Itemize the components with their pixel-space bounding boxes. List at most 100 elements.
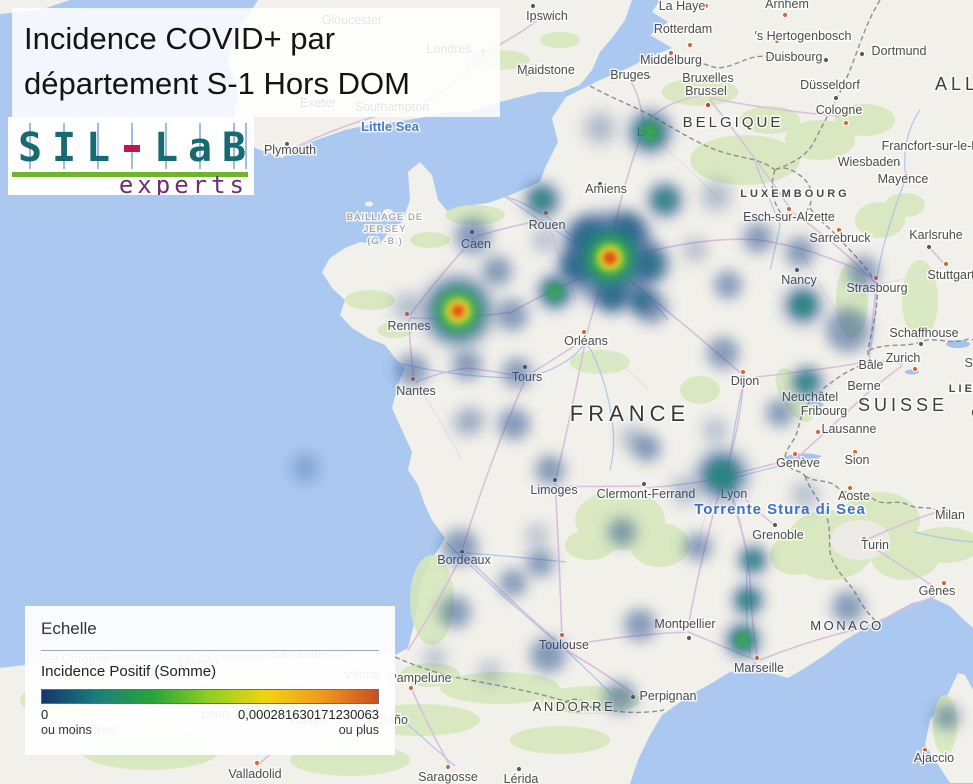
map-heat-ring xyxy=(684,533,712,561)
map-heat-ring xyxy=(526,549,554,577)
map-label-luxembourg: LUXEMBOURG xyxy=(740,188,849,200)
map-city-dot xyxy=(530,3,535,8)
map-heat-ring xyxy=(714,271,742,299)
map-heat-point xyxy=(524,182,560,218)
map-city-dot xyxy=(843,120,848,125)
map-label-berne: Berne xyxy=(847,379,880,393)
legend-measure-label: Incidence Positif (Somme) xyxy=(41,663,379,680)
map-label-valladolid: Valladolid xyxy=(228,767,281,781)
map-heat-point xyxy=(499,569,527,597)
map-heat-point xyxy=(784,286,822,324)
map-city-dot xyxy=(559,632,564,637)
map-label--g-b-: (G.-B.) xyxy=(367,236,403,247)
map-heat-point xyxy=(697,450,747,500)
map-label-jersey: JERSEY xyxy=(364,224,407,235)
map-heat-ring xyxy=(396,354,428,386)
sil-lab-logo: SILLaBexperts xyxy=(8,117,254,195)
map-heat-ring xyxy=(530,637,566,673)
map-heat-point xyxy=(584,112,616,144)
map-label-amiens: Amiens xyxy=(585,182,627,196)
map-label-saragosse: Saragosse xyxy=(418,770,478,784)
map-label-belgique: BELGIQUE xyxy=(683,114,784,131)
map-heat-point xyxy=(683,238,707,262)
map-heat-ring xyxy=(584,112,616,144)
map-heat-ring xyxy=(535,455,565,485)
map-heat-ring xyxy=(439,596,471,628)
map-label-cologne: Cologne xyxy=(816,103,863,117)
map-heat-point xyxy=(604,681,636,713)
map-heat-point xyxy=(628,110,672,154)
map-label-gen-ve: Genève xyxy=(776,456,820,470)
map-label-ipswich: Ipswich xyxy=(526,9,568,23)
map-label-francfort-sur-le-main: Francfort-sur-le-Main xyxy=(882,139,973,153)
map-heat-point xyxy=(564,212,656,304)
map-label-lausanne: Lausanne xyxy=(822,422,877,436)
map-label-duisbourg: Duisbourg xyxy=(766,50,823,64)
map-heat-ring xyxy=(792,294,814,316)
map-heat-ring xyxy=(604,252,615,263)
map-heat-ring xyxy=(671,476,699,504)
map-heat-point xyxy=(847,256,879,288)
map-heat-point xyxy=(633,434,661,462)
map-heat-ring xyxy=(291,454,319,482)
map-heat-point xyxy=(703,418,727,442)
map-city-dot xyxy=(772,522,777,527)
logo-letter: L xyxy=(86,125,110,171)
logo-letter: B xyxy=(222,125,246,171)
map-label-aoste: Aoste xyxy=(838,489,870,503)
map-heat-ring xyxy=(479,661,501,683)
map-heat-point xyxy=(535,455,565,485)
map-heat-point xyxy=(738,545,768,575)
map-heat-point xyxy=(743,223,773,253)
map-label-limoges: Limoges xyxy=(530,483,577,497)
map-heat-ring xyxy=(532,190,553,211)
map-label-stuttgart: Stuttgart xyxy=(927,268,973,282)
map-city-dot xyxy=(815,429,820,434)
map-heat-point xyxy=(530,637,566,673)
map-city-dot xyxy=(823,57,828,62)
map-heat-ring xyxy=(452,350,482,380)
map-label-g-nes: Gênes xyxy=(919,584,956,598)
map-heat-point xyxy=(452,350,482,380)
map-heat-ring xyxy=(683,238,707,262)
map-label-wiesbaden: Wiesbaden xyxy=(838,155,901,169)
map-label-fribourg: Fribourg xyxy=(801,404,848,418)
map-label-sion: Sion xyxy=(844,453,869,467)
legend-min-caption: ou moins xyxy=(41,723,92,737)
map-heat-ring xyxy=(703,418,727,442)
map-heat-point xyxy=(608,518,636,546)
legend-max-value: 0,000281630171230063 xyxy=(238,707,379,722)
map-heat-point xyxy=(624,609,656,641)
map-label-brussel: Brussel xyxy=(685,84,727,98)
map-city-dot xyxy=(859,51,864,56)
map-label-maidstone: Maidstone xyxy=(517,63,575,77)
map-city-dot xyxy=(408,685,413,690)
map-label-mayence: Mayence xyxy=(878,172,929,186)
map-heat-point xyxy=(647,182,683,218)
map-heat-ring xyxy=(624,609,656,641)
map-heat-ring xyxy=(707,337,739,369)
map-heat-point xyxy=(636,292,668,324)
map-heat-point xyxy=(439,596,471,628)
map-heat-point xyxy=(455,218,491,254)
map-heat-ring xyxy=(655,190,676,211)
map-heat-ring xyxy=(701,181,731,211)
map-heat-point xyxy=(766,399,794,427)
map-island-guernsey xyxy=(365,202,373,207)
map-heat-ring xyxy=(526,524,548,546)
map-heat-point xyxy=(502,358,532,388)
map-heat-ring xyxy=(502,358,532,388)
map-heat-point xyxy=(498,408,530,440)
logo-letter: S xyxy=(18,125,42,171)
map-label-torrente-stura-di-sea: Torrente Stura di Sea xyxy=(694,501,866,518)
map-heat-ring xyxy=(737,634,750,647)
map-label-sarrebruck: Sarrebruck xyxy=(809,231,871,245)
map-heat-ring xyxy=(424,647,446,669)
map-heat-ring xyxy=(934,704,960,730)
map-heat-point xyxy=(496,299,528,331)
map-label-l-rida: Lérida xyxy=(504,772,539,784)
map-label-rotterdam: Rotterdam xyxy=(654,22,712,36)
map-label-andorre: ANDORRE xyxy=(533,699,616,714)
map-label-dijon: Dijon xyxy=(731,374,760,388)
map-heat-ring xyxy=(455,218,491,254)
